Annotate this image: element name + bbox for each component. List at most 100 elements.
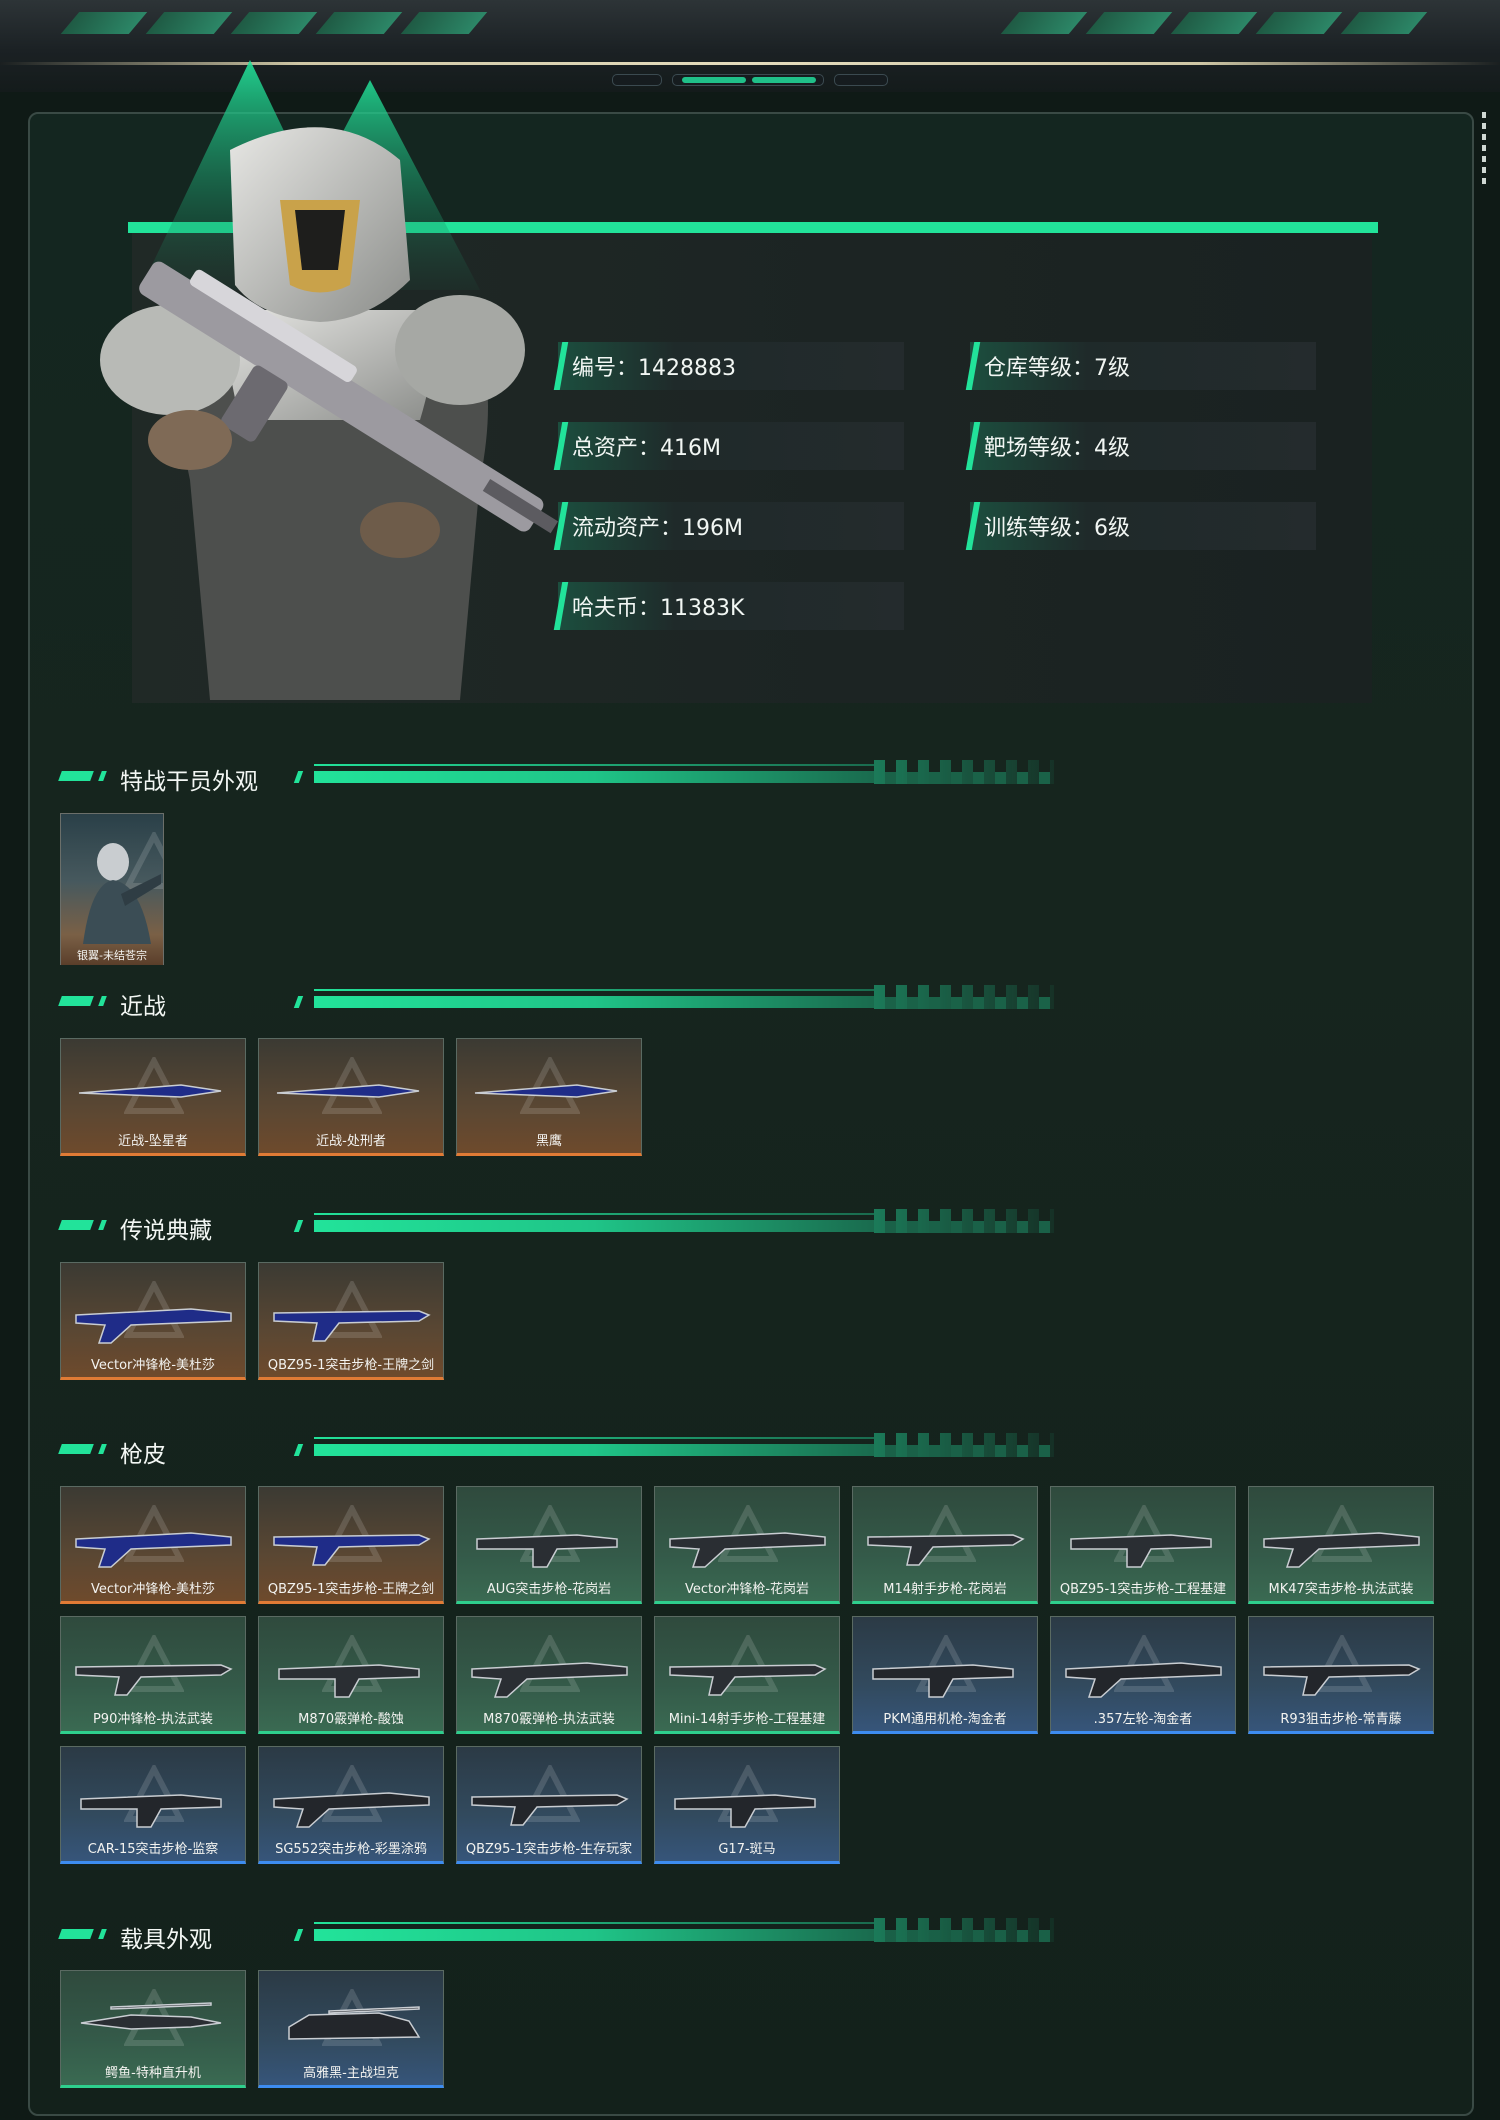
item-card[interactable]: 黑鹰: [456, 1038, 642, 1156]
stat-training-level: 训练等级：6级: [970, 502, 1316, 550]
item-card[interactable]: 近战-处刑者: [258, 1038, 444, 1156]
item-card[interactable]: 高雅黑-主战坦克: [258, 1970, 444, 2088]
title-bar: [314, 996, 874, 1008]
title-dash: [98, 1929, 107, 1939]
banner-pill-active: [752, 77, 816, 83]
stat-id-text: 编号：1428883: [572, 356, 736, 381]
item-card[interactable]: QBZ95-1突击步枪-王牌之剑: [258, 1486, 444, 1604]
knife-icon: [276, 1084, 420, 1098]
title-bar: [314, 1929, 874, 1941]
item-card-label: QBZ95-1突击步枪-生存玩家: [465, 1842, 633, 1857]
item-card-label: 黑鹰: [535, 1134, 562, 1149]
gun-icon: [669, 1664, 827, 1696]
item-card-label: 近战-坠星者: [118, 1134, 188, 1149]
item-card[interactable]: 鳄鱼-特种直升机: [60, 1970, 246, 2088]
title-thin-line: [314, 1922, 874, 1924]
item-card[interactable]: AUG突击步枪-花岗岩: [456, 1486, 642, 1604]
banner-stripe: [315, 12, 403, 34]
vehicle-icon: [288, 2006, 421, 2040]
banner-pill: [612, 74, 662, 86]
item-card-label: 鳄鱼-特种直升机: [105, 2066, 201, 2081]
gun-icon: [1263, 1532, 1420, 1568]
gun-icon: [867, 1534, 1025, 1566]
section-title-text: 载具外观: [120, 1927, 212, 1953]
item-card[interactable]: 近战-坠星者: [60, 1038, 246, 1156]
operator-portrait: [100, 60, 559, 700]
banner-stripe: [1340, 12, 1428, 34]
item-card[interactable]: R93狙击步枪-常青藤: [1248, 1616, 1434, 1734]
item-card-label: .357左轮-淘金者: [1093, 1712, 1193, 1727]
item-card[interactable]: PKM通用机枪-淘金者: [852, 1616, 1038, 1734]
title-checker: [885, 1221, 1055, 1233]
item-card-label: M14射手步枪-花岗岩: [883, 1582, 1007, 1597]
item-card[interactable]: .357左轮-淘金者: [1050, 1616, 1236, 1734]
title-dash: [293, 1444, 304, 1456]
title-dash: [58, 1220, 94, 1230]
item-card-label: 银翼-未结苍宗: [77, 949, 147, 962]
item-card[interactable]: QBZ95-1突击步枪-工程基建: [1050, 1486, 1236, 1604]
title-thin-line: [314, 989, 874, 991]
stat-total-assets: 总资产：416M: [558, 422, 904, 470]
item-card[interactable]: Vector冲锋枪-美杜莎: [60, 1486, 246, 1604]
title-dash: [58, 996, 94, 1006]
title-checker: [885, 1930, 1055, 1942]
item-card[interactable]: M870霰弹枪-执法武装: [456, 1616, 642, 1734]
stat-range-level: 靶场等级：4级: [970, 422, 1316, 470]
title-dash: [98, 1220, 107, 1230]
item-card[interactable]: Vector冲锋枪-美杜莎: [60, 1262, 246, 1380]
item-card-label: CAR-15突击步枪-监察: [87, 1842, 219, 1857]
title-checker: [885, 997, 1055, 1009]
item-card[interactable]: MK47突击步枪-执法武装: [1248, 1486, 1434, 1604]
item-card[interactable]: QBZ95-1突击步枪-王牌之剑: [258, 1262, 444, 1380]
gun-icon: [75, 1532, 232, 1568]
stat-training-level-text: 训练等级：6级: [984, 516, 1130, 541]
section-title-text: 近战: [120, 994, 166, 1020]
item-card-label: 高雅黑-主战坦克: [303, 2066, 399, 2081]
banner-stripe: [1170, 12, 1258, 34]
item-card[interactable]: QBZ95-1突击步枪-生存玩家: [456, 1746, 642, 1864]
item-card-label: G17-斑马: [718, 1842, 776, 1857]
banner-stripe: [230, 12, 318, 34]
banner-stripe: [1000, 12, 1088, 34]
item-card[interactable]: P90冲锋枪-执法武装: [60, 1616, 246, 1734]
gun-icon: [80, 1794, 222, 1828]
gun-icon: [75, 1308, 232, 1344]
item-card-label: QBZ95-1突击步枪-王牌之剑: [267, 1358, 435, 1373]
title-dash: [293, 1220, 304, 1232]
section-title-text: 特战干员外观: [120, 769, 258, 795]
item-card[interactable]: CAR-15突击步枪-监察: [60, 1746, 246, 1864]
stat-liquid-assets: 流动资产：196M: [558, 502, 904, 550]
item-card-label: MK47突击步枪-执法武装: [1268, 1582, 1414, 1597]
stat-havoc-coins-text: 哈夫币：11383K: [572, 596, 745, 621]
gun-icon: [669, 1532, 826, 1568]
title-dash: [58, 1444, 94, 1454]
item-card[interactable]: SG552突击步枪-彩墨涂鸦: [258, 1746, 444, 1864]
item-card[interactable]: G17-斑马: [654, 1746, 840, 1864]
stat-total-assets-text: 总资产：416M: [572, 436, 721, 461]
item-card-label: PKM通用机枪-淘金者: [883, 1712, 1007, 1727]
gun-icon: [278, 1664, 420, 1698]
title-dash: [293, 996, 304, 1008]
stat-range-level-text: 靶场等级：4级: [984, 436, 1130, 461]
item-card-label: AUG突击步枪-花岗岩: [486, 1582, 612, 1597]
section-title-gun-skins: 枪皮: [58, 1433, 1060, 1468]
banner-stripe: [60, 12, 148, 34]
gun-icon: [1070, 1534, 1212, 1568]
item-card[interactable]: M14射手步枪-花岗岩: [852, 1486, 1038, 1604]
title-thin-line: [314, 1213, 874, 1215]
item-card-label: QBZ95-1突击步枪-王牌之剑: [267, 1582, 435, 1597]
item-card-label: M870霰弹枪-执法武装: [483, 1712, 615, 1727]
gun-icon: [273, 1792, 430, 1828]
gun-icon: [471, 1794, 629, 1826]
side-dash-decoration: [1482, 112, 1486, 184]
item-card[interactable]: Mini-14射手步枪-工程基建: [654, 1616, 840, 1734]
title-dash: [98, 771, 107, 781]
knife-icon: [78, 1084, 222, 1098]
item-card[interactable]: 银翼-未结苍宗: [60, 813, 164, 965]
gun-icon: [872, 1664, 1014, 1698]
item-card[interactable]: Vector冲锋枪-花岗岩: [654, 1486, 840, 1604]
gun-icon: [476, 1534, 618, 1568]
title-bar: [314, 1220, 874, 1232]
item-card[interactable]: M870霰弹枪-酸蚀: [258, 1616, 444, 1734]
stat-liquid-assets-text: 流动资产：196M: [572, 516, 743, 541]
